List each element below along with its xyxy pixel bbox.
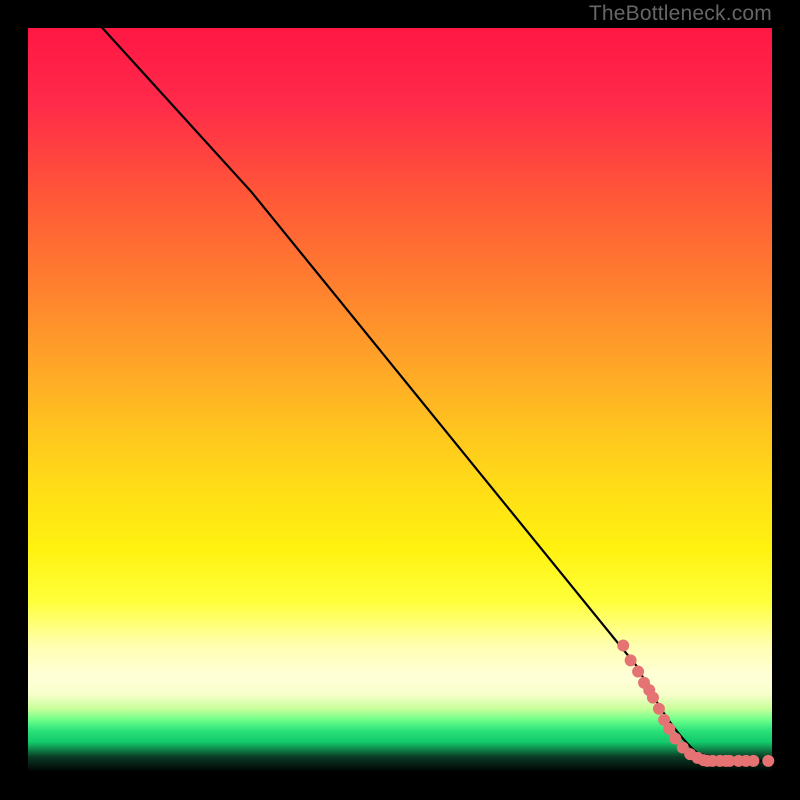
chart-overlay	[28, 28, 772, 772]
attribution-text: TheBottleneck.com	[589, 2, 772, 26]
data-point	[625, 654, 637, 666]
data-point	[762, 755, 774, 767]
data-point	[653, 703, 665, 715]
data-point	[632, 666, 644, 678]
data-point	[747, 755, 759, 767]
chart-container	[28, 28, 772, 772]
data-point	[647, 692, 659, 704]
chart-curve-line	[102, 28, 772, 761]
data-point	[617, 640, 629, 652]
chart-curve	[102, 28, 772, 761]
chart-scatter-points	[617, 640, 774, 767]
